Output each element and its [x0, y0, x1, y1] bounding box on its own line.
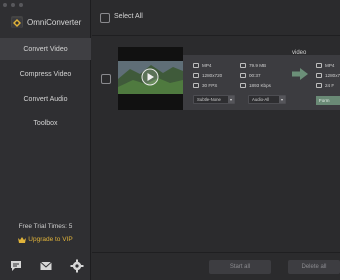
- file-checkbox[interactable]: [101, 74, 111, 84]
- file-icon: [316, 63, 322, 68]
- sidebar-item-convert-audio[interactable]: Convert Audio: [0, 88, 91, 110]
- select-all-checkbox[interactable]: [100, 13, 110, 23]
- sidebar-item-label: Compress Video: [19, 70, 72, 78]
- upgrade-vip-label: Upgrade to VIP: [28, 236, 73, 243]
- target-resolution: 1280x720: [316, 73, 340, 78]
- clock-icon: [240, 73, 246, 78]
- video-thumbnail[interactable]: [118, 47, 183, 110]
- arrow-right-icon: [292, 68, 308, 80]
- upgrade-vip-link[interactable]: Upgrade to VIP: [0, 236, 91, 243]
- fps-icon: [316, 83, 322, 88]
- sidebar-item-compress-video[interactable]: Compress Video: [0, 63, 91, 85]
- crown-icon: [18, 236, 27, 243]
- source-bitrate: 1893 Kbps: [240, 83, 271, 88]
- audio-dropdown[interactable]: Audio-All ▾: [248, 95, 286, 104]
- top-bar: Select All: [92, 0, 340, 36]
- delete-all-button[interactable]: Delete all: [288, 260, 340, 274]
- bitrate-icon: [240, 83, 246, 88]
- sidebar: OmniConverter Convert Video Compress Vid…: [0, 0, 91, 280]
- sidebar-item-label: Toolbox: [33, 119, 58, 127]
- chevron-down-icon: ▾: [228, 96, 234, 103]
- source-fps: 30 FPS: [193, 83, 217, 88]
- resolution-icon: [316, 73, 322, 78]
- file-name: video: [292, 50, 307, 56]
- gear-icon[interactable]: [70, 259, 84, 273]
- subtitle-dropdown[interactable]: Subtle-None ▾: [193, 95, 235, 104]
- app-name: OmniConverter: [27, 17, 82, 27]
- zoom-window-dot[interactable]: [19, 3, 23, 7]
- app-logo-icon: [11, 16, 23, 28]
- file-icon: [193, 63, 199, 68]
- sidebar-item-label: Convert Video: [23, 45, 68, 53]
- window-controls: [3, 3, 23, 7]
- source-duration: 00:37: [240, 73, 261, 78]
- select-all-label[interactable]: Select All: [114, 13, 143, 20]
- minimize-window-dot[interactable]: [11, 3, 15, 7]
- start-all-button[interactable]: Start all: [209, 260, 271, 274]
- target-fps: 24 F: [316, 83, 334, 88]
- brand: OmniConverter: [11, 16, 81, 28]
- trial-count-text: Free Trial Times: 5: [18, 223, 73, 230]
- size-icon: [240, 63, 246, 68]
- fps-icon: [193, 83, 199, 88]
- sidebar-item-convert-video[interactable]: Convert Video: [0, 38, 91, 60]
- source-format: MP4: [193, 63, 211, 68]
- target-format: MP4: [316, 63, 334, 68]
- format-button[interactable]: Form: [316, 96, 340, 105]
- close-window-dot[interactable]: [3, 3, 7, 7]
- main-area: Select All video MP4 1280x720 30 FPS 79.…: [92, 0, 340, 280]
- source-resolution: 1280x720: [193, 73, 222, 78]
- chat-icon[interactable]: [9, 259, 23, 273]
- chevron-down-icon: ▾: [279, 96, 285, 103]
- sidebar-item-toolbox[interactable]: Toolbox: [0, 112, 91, 134]
- mail-icon[interactable]: [39, 259, 53, 273]
- resolution-icon: [193, 73, 199, 78]
- sidebar-item-label: Convert Audio: [23, 95, 68, 103]
- source-size: 79.9 MB: [240, 63, 266, 68]
- file-row: video MP4 1280x720 30 FPS 79.9 MB 00:37 …: [92, 44, 340, 110]
